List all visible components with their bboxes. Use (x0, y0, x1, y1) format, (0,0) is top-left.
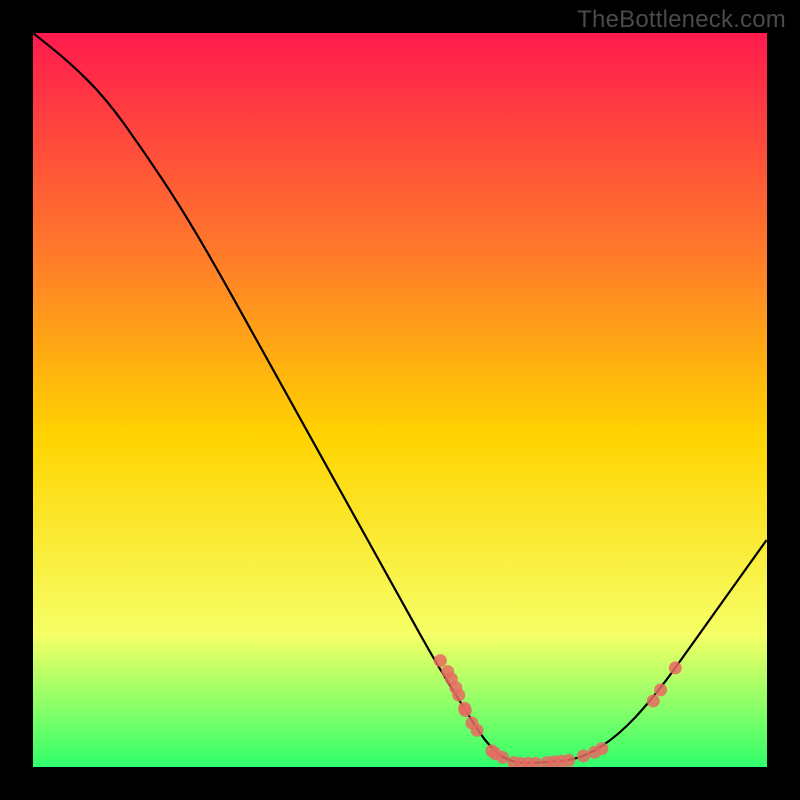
data-dot (459, 704, 472, 717)
watermark-text: TheBottleneck.com (577, 6, 786, 34)
data-dot (654, 683, 667, 696)
data-dot (595, 742, 608, 755)
data-dot (471, 724, 484, 737)
gradient-bg (33, 33, 767, 767)
data-dot (434, 654, 447, 667)
chart-svg (33, 33, 767, 767)
data-dot (669, 661, 682, 674)
chart-container: TheBottleneck.com (0, 0, 800, 800)
data-dot (577, 749, 590, 762)
data-dot (647, 694, 660, 707)
data-dot (452, 689, 465, 702)
plot-area (33, 33, 767, 767)
data-dot (562, 754, 575, 767)
